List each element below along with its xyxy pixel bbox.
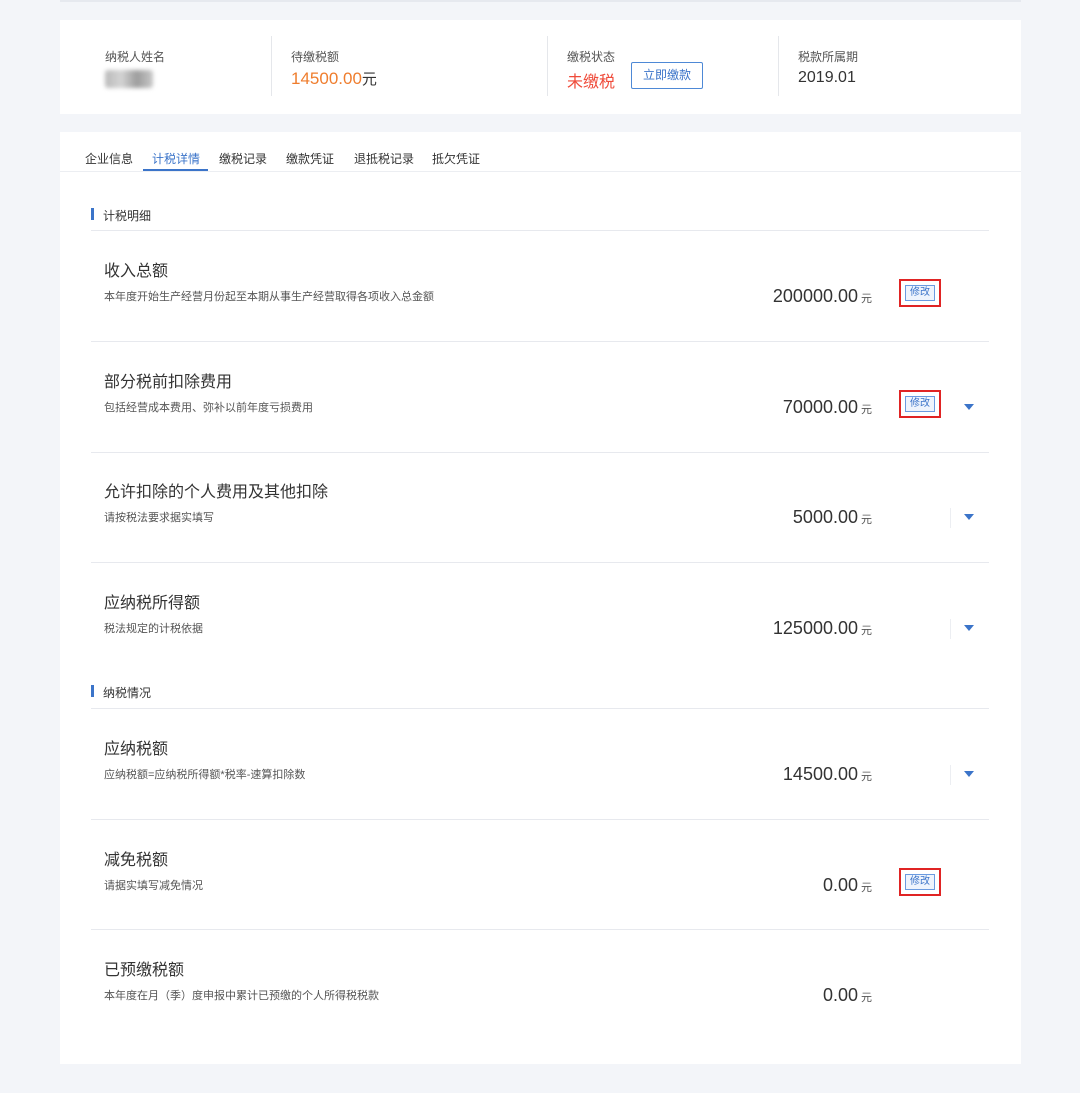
due-amount-number: 14500.00: [291, 69, 362, 88]
taxpayer-label: 纳税人姓名: [105, 50, 166, 64]
tab-refund-records[interactable]: 退抵税记录: [354, 150, 414, 167]
expand-caret-icon[interactable]: [964, 625, 974, 631]
row-desc: 本年度开始生产经营月份起至本期从事生产经营取得各项收入总金额: [104, 291, 434, 303]
row-unit: 元: [861, 514, 872, 526]
edit-highlight: 修改: [899, 868, 941, 896]
divider: [91, 341, 989, 342]
row-unit: 元: [861, 404, 872, 416]
row-value-number: 5000.00: [792, 507, 858, 527]
tab-tax-details[interactable]: 计税详情: [152, 150, 200, 167]
row-title: 部分税前扣除费用: [104, 374, 233, 391]
expand-caret-icon[interactable]: [964, 514, 974, 520]
taxpayer-block: 纳税人姓名: [60, 20, 271, 114]
edit-highlight: 修改: [899, 390, 941, 418]
separator: [950, 765, 951, 785]
row-unit: 元: [861, 293, 872, 305]
row-desc: 税法规定的计税依据: [104, 623, 203, 635]
taxpayer-name-redacted: [105, 70, 153, 88]
detail-panel: 企业信息 计税详情 缴税记录 缴款凭证 退抵税记录 抵欠凭证 计税明细 收入总额…: [60, 132, 1021, 1064]
row-personal-deductions: 允许扣除的个人费用及其他扣除 请按税法要求据实填写 5000.00 元: [91, 478, 989, 588]
divider: [91, 452, 989, 453]
edit-button[interactable]: 修改: [905, 396, 935, 412]
row-value: 200000.00 元: [773, 286, 872, 307]
edit-highlight: 修改: [899, 279, 941, 307]
divider: [91, 708, 989, 709]
expand-caret-icon[interactable]: [964, 771, 974, 777]
period-value: 2019.01: [798, 69, 856, 86]
row-title: 应纳税额: [104, 741, 169, 758]
row-tax-reduction: 减免税额 请据实填写减免情况 0.00 元 修改: [91, 846, 989, 956]
tab-bar: 企业信息 计税详情 缴税记录 缴款凭证 退抵税记录 抵欠凭证: [60, 132, 1021, 172]
divider: [91, 230, 989, 231]
tab-arrears-vouchers[interactable]: 抵欠凭证: [432, 150, 480, 167]
row-value-number: 14500.00: [782, 764, 858, 784]
edit-button[interactable]: 修改: [905, 285, 935, 301]
pay-now-button[interactable]: 立即缴款: [631, 62, 703, 89]
row-title: 减免税额: [104, 852, 169, 869]
row-value: 5000.00 元: [793, 507, 872, 528]
period-block: 税款所属期 2019.01: [779, 20, 1021, 114]
row-title: 允许扣除的个人费用及其他扣除: [104, 484, 329, 501]
row-desc: 请按税法要求据实填写: [104, 512, 214, 524]
row-unit: 元: [861, 625, 872, 637]
row-desc: 本年度在月（季）度申报中累计已预缴的个人所得税税款: [104, 990, 379, 1002]
status-label: 缴税状态: [567, 50, 616, 64]
row-taxable-income: 应纳税所得额 税法规定的计税依据 125000.00 元: [91, 589, 989, 699]
edit-button[interactable]: 修改: [905, 874, 935, 890]
tab-payment-records[interactable]: 缴税记录: [219, 150, 267, 167]
row-title: 收入总额: [104, 263, 169, 280]
row-value-number: 125000.00: [772, 618, 858, 638]
row-value-number: 0.00: [822, 875, 858, 895]
status-value: 未缴税: [567, 74, 616, 91]
row-prepaid-tax: 已预缴税额 本年度在月（季）度申报中累计已预缴的个人所得税税款 0.00 元: [91, 956, 989, 1066]
row-value: 0.00 元: [823, 875, 872, 896]
row-value: 125000.00 元: [773, 618, 872, 639]
row-value: 70000.00 元: [783, 397, 872, 418]
summary-card: 纳税人姓名 待缴税额 14500.00元 缴税状态 未缴税 立即缴款 税款所属期…: [60, 20, 1021, 114]
period-label: 税款所属期: [798, 50, 859, 64]
row-value-number: 0.00: [822, 985, 858, 1005]
section-title-payment: 纳税情况: [91, 684, 151, 701]
row-total-income: 收入总额 本年度开始生产经营月份起至本期从事生产经营取得各项收入总金额 2000…: [91, 257, 989, 367]
separator: [950, 508, 951, 528]
tab-payment-vouchers[interactable]: 缴款凭证: [286, 150, 334, 167]
row-desc: 应纳税额=应纳税所得额*税率-速算扣除数: [104, 769, 306, 781]
section-title-calc: 计税明细: [91, 207, 151, 224]
active-tab-indicator: [143, 169, 208, 171]
row-unit: 元: [861, 882, 872, 894]
due-label: 待缴税额: [291, 50, 340, 64]
due-block: 待缴税额 14500.00元: [272, 20, 547, 114]
expand-caret-icon[interactable]: [964, 404, 974, 410]
top-divider: [60, 0, 1021, 2]
status-block: 缴税状态 未缴税 立即缴款: [548, 20, 778, 114]
row-title: 已预缴税额: [104, 962, 185, 979]
divider: [91, 819, 989, 820]
divider: [91, 929, 989, 930]
due-amount-unit: 元: [361, 71, 377, 88]
tab-company-info[interactable]: 企业信息: [85, 150, 133, 167]
row-title: 应纳税所得额: [104, 595, 201, 612]
row-unit: 元: [861, 771, 872, 783]
row-desc: 包括经营成本费用、弥补以前年度亏损费用: [104, 402, 313, 414]
divider: [91, 562, 989, 563]
row-value-number: 200000.00: [772, 286, 858, 306]
row-tax-payable: 应纳税额 应纳税额=应纳税所得额*税率-速算扣除数 14500.00 元: [91, 735, 989, 845]
row-value: 0.00 元: [823, 985, 872, 1006]
row-unit: 元: [861, 992, 872, 1004]
row-desc: 请据实填写减免情况: [104, 880, 203, 892]
row-value-number: 70000.00: [782, 397, 858, 417]
row-value: 14500.00 元: [783, 764, 872, 785]
row-pre-tax-deductions: 部分税前扣除费用 包括经营成本费用、弥补以前年度亏损费用 70000.00 元 修…: [91, 368, 989, 478]
separator: [950, 619, 951, 639]
due-amount: 14500.00元: [291, 68, 377, 89]
